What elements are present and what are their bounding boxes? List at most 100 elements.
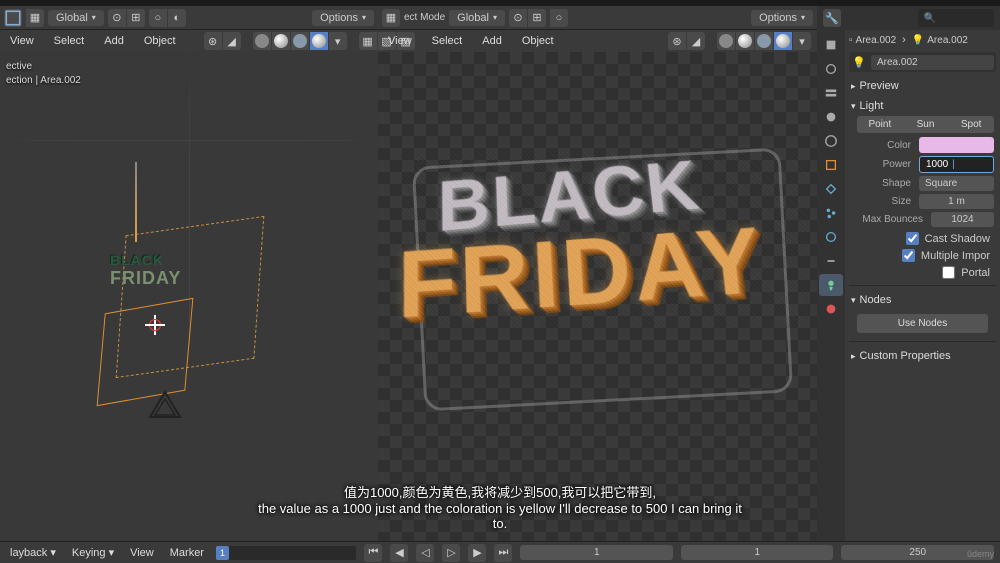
row-bounces: Max Bounces 1024 [857, 212, 994, 227]
proportional-icons-right: ○ [550, 9, 568, 27]
matprev-icon[interactable] [291, 32, 309, 50]
add-menu-r[interactable]: Add [478, 33, 506, 49]
frame-current[interactable]: 1 [520, 545, 673, 560]
tab-render[interactable] [819, 34, 843, 56]
options-dropdown-right[interactable]: Options [751, 10, 813, 26]
add-menu[interactable]: Add [100, 33, 128, 49]
timeline-track[interactable]: 1 [216, 546, 357, 560]
snap-target-icon[interactable]: ⊞ [127, 9, 145, 27]
current-frame-indicator[interactable]: 1 [216, 546, 229, 560]
camera-gizmo[interactable] [145, 387, 185, 427]
section-light[interactable]: Light [849, 96, 996, 116]
size-input[interactable]: 1 m [919, 194, 994, 209]
jump-end-icon[interactable]: ⏭ [494, 544, 512, 562]
viewport-3d-left[interactable]: ective ection | Area.002 BLACK FRIDAY [0, 52, 378, 541]
prop-falloff-icon[interactable]: ◐ [168, 9, 186, 27]
light-type-point[interactable]: Point [857, 116, 903, 133]
prop-edit-icon[interactable]: ○ [149, 9, 167, 27]
shading-dropdown-icon-r[interactable]: ▾ [793, 32, 811, 50]
use-nodes-button[interactable]: Use Nodes [857, 314, 988, 333]
nav-gizmo-left[interactable] [344, 58, 372, 86]
nav-gizmo-right[interactable] [382, 58, 410, 86]
marker-menu[interactable]: Marker [166, 545, 208, 561]
gimbal-icon[interactable]: ⊛ [204, 32, 222, 50]
tab-scene[interactable] [819, 106, 843, 128]
view-menu-r[interactable]: View [384, 33, 416, 49]
light-type-spot[interactable]: Spot [948, 116, 994, 133]
play-icon[interactable]: ▷ [442, 544, 460, 562]
object-menu[interactable]: Object [140, 33, 180, 49]
select-menu[interactable]: Select [50, 33, 89, 49]
object-menu-r[interactable]: Object [518, 33, 558, 49]
breadcrumb-obj[interactable]: ▫ Area.002 [849, 34, 896, 46]
search-field[interactable] [918, 9, 995, 27]
overlays-left: ⊛ ◢ [204, 32, 241, 50]
editor-type-icon-r[interactable]: ▦ [382, 9, 400, 27]
snap-icon-r[interactable]: ⊙ [509, 9, 527, 27]
section-custom[interactable]: Custom Properties [849, 346, 996, 366]
portal-checkbox[interactable] [942, 266, 955, 279]
viewport-3d-right[interactable]: BLACK FRIDAY [378, 52, 817, 541]
tab-modifiers[interactable] [819, 178, 843, 200]
matprev-icon-r[interactable] [755, 32, 773, 50]
orientation-dropdown-left[interactable]: Global [48, 10, 104, 26]
editor-type-icon[interactable] [4, 9, 22, 27]
snap-target-icon-r[interactable]: ⊞ [528, 9, 546, 27]
shape-dropdown[interactable]: Square [919, 176, 994, 191]
playback-menu[interactable]: layback ▾ [6, 544, 60, 561]
select-menu-r[interactable]: Select [428, 33, 467, 49]
overlay-icon-r[interactable]: ◢ [687, 32, 705, 50]
power-input[interactable]: 1000| [919, 156, 994, 173]
snap-icon[interactable]: ⊙ [108, 9, 126, 27]
jump-start-icon[interactable]: ⏮ [364, 544, 382, 562]
breadcrumb-data[interactable]: 💡 Area.002 [912, 34, 968, 46]
wireframe-icon[interactable] [253, 32, 271, 50]
options-dropdown-left[interactable]: Options [312, 10, 374, 26]
play-rev-icon[interactable]: ◁ [416, 544, 434, 562]
solid-icon[interactable] [272, 32, 290, 50]
prev-key-icon[interactable]: ◀ [390, 544, 408, 562]
gimbal-icon-r[interactable]: ⊛ [668, 32, 686, 50]
color-swatch[interactable] [919, 137, 994, 153]
tab-object[interactable] [819, 154, 843, 176]
datablock-name[interactable]: Area.002 [871, 55, 994, 70]
section-preview[interactable]: Preview [849, 76, 996, 96]
datablock-selector[interactable]: 💡 Area.002 [849, 52, 996, 72]
top-right-header: 🔧 [817, 6, 1000, 30]
keying-menu[interactable]: Keying ▾ [68, 544, 118, 561]
wrench-icon[interactable]: 🔧 [823, 9, 841, 27]
timeline-view-menu[interactable]: View [126, 545, 158, 561]
multiple-imp-checkbox[interactable] [902, 249, 915, 262]
properties-content: ▫ Area.002 › 💡 Area.002 💡 Area.002 Previ… [845, 30, 1000, 541]
tab-material[interactable] [819, 298, 843, 320]
tab-physics[interactable] [819, 226, 843, 248]
tab-output[interactable] [819, 58, 843, 80]
shading-dropdown-icon[interactable]: ▾ [329, 32, 347, 50]
orientation-dropdown-right[interactable]: Global [449, 10, 505, 26]
light-type-sun[interactable]: Sun [903, 116, 949, 133]
label-portal: Portal [961, 267, 990, 279]
vis1-icon[interactable]: ▦ [359, 32, 377, 50]
text-mesh-wireframe[interactable]: BLACK FRIDAY [110, 252, 181, 289]
wireframe-icon-r[interactable] [717, 32, 735, 50]
cube-icon[interactable]: ▦ [26, 9, 44, 27]
solid-icon-r[interactable] [736, 32, 754, 50]
proportional-icons-left: ○ ◐ [149, 9, 186, 27]
timeline-bar: layback ▾ Keying ▾ View Marker 1 ⏮ ◀ ◁ ▷… [0, 541, 1000, 563]
cast-shadow-checkbox[interactable] [906, 232, 919, 245]
overlay-icon[interactable]: ◢ [223, 32, 241, 50]
label-size: Size [857, 196, 915, 207]
next-key-icon[interactable]: ▶ [468, 544, 486, 562]
prop-edit-icon-r[interactable]: ○ [550, 9, 568, 27]
frame-start[interactable]: 1 [681, 545, 834, 560]
tab-viewlayer[interactable] [819, 82, 843, 104]
tab-world[interactable] [819, 130, 843, 152]
rendered-icon-r[interactable] [774, 32, 792, 50]
view-menu[interactable]: View [6, 33, 38, 49]
tab-constraints[interactable] [819, 250, 843, 272]
rendered-icon[interactable] [310, 32, 328, 50]
tab-particles[interactable] [819, 202, 843, 224]
section-nodes[interactable]: Nodes [849, 290, 996, 310]
bounces-input[interactable]: 1024 [931, 212, 994, 227]
tab-data-light[interactable] [819, 274, 843, 296]
